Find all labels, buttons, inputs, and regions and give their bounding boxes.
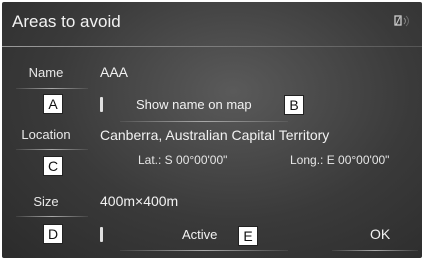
show-name-indicator xyxy=(100,97,103,112)
callout-c: C xyxy=(43,156,63,176)
size-divider xyxy=(16,216,88,217)
ok-underline xyxy=(332,250,418,251)
location-label: Location xyxy=(21,127,71,142)
latitude-value: Lat.: S 00°00'00" xyxy=(138,153,228,167)
page-title: Areas to avoid xyxy=(12,12,121,31)
ok-button[interactable]: OK xyxy=(370,226,390,242)
callout-e: E xyxy=(238,226,258,246)
callout-d: D xyxy=(43,224,63,244)
name-value: AAA xyxy=(100,64,129,80)
callout-b: B xyxy=(284,95,304,115)
active-underline xyxy=(120,250,288,251)
location-divider xyxy=(16,149,88,150)
location-value: Canberra, Australian Capital Territory xyxy=(100,127,330,143)
header-divider xyxy=(2,46,422,47)
size-value: 400m×400m xyxy=(100,193,179,209)
size-label: Size xyxy=(33,194,59,209)
name-divider xyxy=(16,88,88,89)
gps-signal-icon xyxy=(394,15,409,27)
show-name-underline xyxy=(120,121,288,122)
active-indicator xyxy=(100,227,103,242)
active-button[interactable]: Active xyxy=(182,227,217,242)
callout-a: A xyxy=(43,94,63,114)
areas-to-avoid-screen: Areas to avoid Name AAA A Show name on m… xyxy=(2,2,422,258)
show-name-on-map-button[interactable]: Show name on map xyxy=(136,97,252,112)
name-label: Name xyxy=(28,65,64,80)
longitude-value: Long.: E 00°00'00" xyxy=(290,153,390,167)
